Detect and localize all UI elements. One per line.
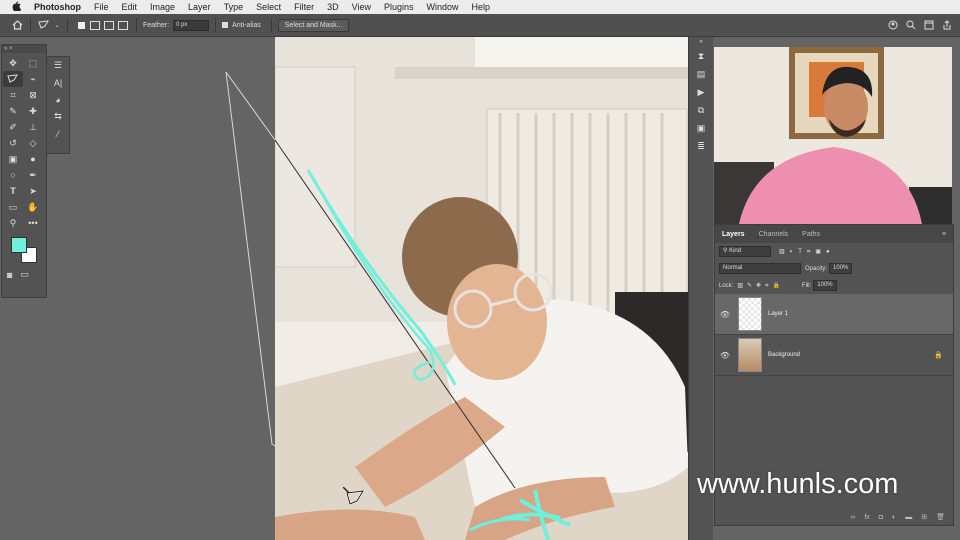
move-tool-icon[interactable]: ✥ (3, 55, 23, 71)
foreground-color-swatch[interactable] (11, 237, 27, 253)
notes-icon[interactable]: ≣ (689, 137, 713, 155)
layers-bottom-toolbar: ∞ fx ◘ ◐ ▬ ⊞ 🗑 (715, 509, 953, 525)
tab-layers[interactable]: Layers (715, 231, 752, 238)
blend-row: Normal Opacity: 100% (715, 260, 953, 277)
layer-row-layer-1[interactable]: 👁 Layer 1 (715, 294, 953, 335)
eye-icon[interactable]: 👁 (718, 310, 732, 319)
type-tool-icon[interactable]: T (3, 183, 23, 199)
adjustments-icon[interactable]: ☰ (47, 57, 69, 74)
layer-name: Background (768, 352, 801, 358)
tools-panel-header[interactable]: » × (2, 45, 46, 53)
eye-icon[interactable]: 👁 (718, 351, 732, 360)
dodge-tool-icon[interactable]: ○ (3, 167, 23, 183)
watermark: www.hunls.com (697, 468, 899, 500)
filter-kind-select[interactable]: ⚲ Kind (719, 246, 771, 257)
rectangle-tool-icon[interactable]: ▭ (3, 199, 23, 215)
zoom-tool-icon[interactable]: ⚲ (3, 215, 23, 231)
layer-thumbnail (738, 297, 762, 331)
path-select-tool-icon[interactable]: ➤ (23, 183, 43, 199)
actions-icon[interactable]: ▤ (689, 65, 713, 83)
stamp-tool-icon[interactable]: ⊥ (23, 119, 43, 135)
add-mask-icon[interactable]: ◘ (879, 514, 883, 521)
filter-row: ⚲ Kind ▧◐T⌗▣● (715, 243, 953, 260)
layer-thumbnail (738, 338, 762, 372)
blend-mode-select[interactable]: Normal (719, 263, 801, 274)
brush-tool-icon[interactable]: ✐ (3, 119, 23, 135)
pen-tool-icon[interactable]: ✒ (23, 167, 43, 183)
filter-icons[interactable]: ▧◐T⌗▣● (779, 248, 835, 256)
lasso-cursor-icon (343, 487, 365, 506)
crop-tool-icon[interactable]: ⌗ (3, 87, 23, 103)
trash-icon[interactable]: 🗑 (936, 513, 945, 521)
opacity-label: Opacity: (805, 265, 828, 272)
frame-tool-icon[interactable]: ⊠ (23, 87, 43, 103)
eyedropper-tool-icon[interactable]: ✎ (3, 103, 23, 119)
lock-row: Lock: ▨✎✥⌗🔒 Fill: 100% (715, 277, 953, 294)
tab-paths[interactable]: Paths (795, 231, 827, 238)
collapsed-panels-column: » ⧗ ▤ ▶ ⧉ ▣ ≣ (688, 37, 713, 540)
screen-mode-icon[interactable]: ▭ (20, 269, 29, 280)
layers-panel-tabs: Layers Channels Paths ≡ (715, 225, 953, 243)
collapse-icon[interactable]: » (689, 37, 713, 47)
layer-name: Layer 1 (768, 311, 789, 317)
tab-channels[interactable]: Channels (752, 231, 796, 238)
blur-tool-icon[interactable]: ● (23, 151, 43, 167)
history-icon[interactable]: ⧗ (689, 47, 713, 65)
play-icon[interactable]: ▶ (689, 83, 713, 101)
opacity-input[interactable]: 100% (829, 263, 853, 274)
lock-icons[interactable]: ▨✎✥⌗🔒 (737, 282, 784, 290)
lock-label: Lock: (719, 282, 734, 289)
link-layers-icon[interactable]: ∞ (850, 514, 855, 521)
group-icon[interactable]: ▬ (905, 514, 912, 521)
adjustments-panel-strip: ☰ A| ◕ ⇆ ⁄ (46, 56, 70, 154)
layer-style-icon[interactable]: fx (864, 514, 869, 521)
tools-panel: » × ✥ ⬚ ⌁ ⌗ ⊠ ✎ ✚ ✐ ⊥ ↺ ◇ ▣ ● ○ ✒ T ➤ ▭ … (1, 44, 47, 298)
libraries-icon[interactable]: ▣ (689, 119, 713, 137)
quick-mask-icon[interactable]: ◙ (7, 269, 12, 280)
brush-settings-icon[interactable]: ⁄ (47, 125, 69, 142)
webcam-overlay (714, 47, 952, 224)
presenter-video (714, 47, 952, 224)
quick-select-tool-icon[interactable]: ⌁ (23, 71, 43, 87)
hand-tool-icon[interactable]: ✋ (23, 199, 43, 215)
adjustment-layer-icon[interactable]: ◐ (892, 514, 896, 521)
clone-source-icon[interactable]: ⧉ (689, 101, 713, 119)
layer-row-background[interactable]: 👁 Background 🔒 (715, 335, 953, 376)
character-icon[interactable]: A| (47, 74, 69, 91)
healing-tool-icon[interactable]: ✚ (23, 103, 43, 119)
properties-icon[interactable]: ⇆ (47, 108, 69, 125)
lock-icon: 🔒 (934, 352, 943, 359)
gradient-tool-icon[interactable]: ▣ (3, 151, 23, 167)
marquee-tool-icon[interactable]: ⬚ (23, 55, 43, 71)
panel-menu-icon[interactable]: ≡ (935, 231, 953, 238)
more-tools-icon[interactable]: ••• (23, 215, 43, 231)
filter-kind-value: Kind (729, 248, 742, 254)
swatches-icon[interactable]: ◕ (47, 91, 69, 108)
polygonal-lasso-tool-icon[interactable] (3, 71, 23, 87)
eraser-tool-icon[interactable]: ◇ (23, 135, 43, 151)
fill-input[interactable]: 100% (813, 280, 837, 291)
color-swatches (2, 233, 46, 269)
history-brush-tool-icon[interactable]: ↺ (3, 135, 23, 151)
new-layer-icon[interactable]: ⊞ (921, 513, 927, 521)
fill-label: Fill: (801, 282, 812, 289)
